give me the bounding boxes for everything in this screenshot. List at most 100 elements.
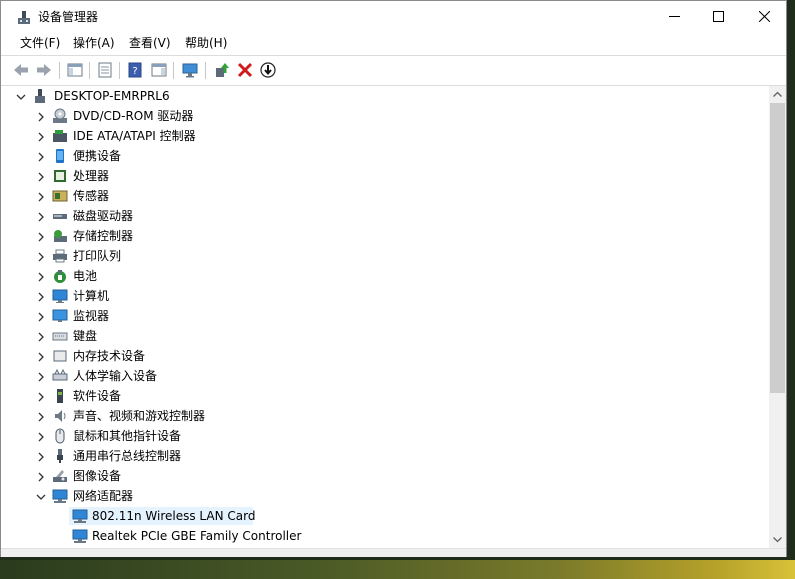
action-pane-button[interactable] <box>150 61 168 79</box>
uninstall-device-button[interactable] <box>236 61 254 79</box>
chevron-right-icon[interactable] <box>36 131 46 142</box>
processor-icon <box>52 168 68 184</box>
svg-text:?: ? <box>132 66 137 77</box>
dvd-drive-icon <box>52 108 68 124</box>
tree-category-label: 计算机 <box>73 289 110 303</box>
chevron-right-icon[interactable] <box>36 331 46 342</box>
chevron-right-icon[interactable] <box>36 411 46 422</box>
ide-controller-icon <box>52 128 68 144</box>
disable-device-button[interactable] <box>259 61 277 79</box>
mouse-icon <box>52 428 68 444</box>
properties-icon <box>98 62 112 78</box>
device-manager-window: 设备管理器 文件(F) 操作(A) 查看(V) 帮助(H) ? DESKTOP-… <box>0 0 787 557</box>
tree-category-label: DVD/CD-ROM 驱动器 <box>73 109 194 123</box>
menu-help[interactable]: 帮助(H) <box>183 36 229 51</box>
tree-category[interactable]: 图像设备 <box>10 466 768 486</box>
chevron-right-icon[interactable] <box>36 351 46 362</box>
show-action-pane-icon <box>151 63 167 77</box>
close-button[interactable] <box>742 1 788 31</box>
tree-category[interactable]: 便携设备 <box>10 146 768 166</box>
tree-category[interactable]: 通用串行总线控制器 <box>10 446 768 466</box>
camera-icon <box>52 468 68 484</box>
scrollbar-thumb[interactable] <box>770 103 785 393</box>
tree-category[interactable]: DVD/CD-ROM 驱动器 <box>10 106 768 126</box>
storage-controller-icon <box>52 228 68 244</box>
tree-category[interactable]: 内存技术设备 <box>10 346 768 366</box>
chevron-right-icon[interactable] <box>36 171 46 182</box>
minimize-icon <box>669 16 680 17</box>
tree-category[interactable]: 键盘 <box>10 326 768 346</box>
tree-category[interactable]: 处理器 <box>10 166 768 186</box>
update-driver-icon <box>216 63 229 77</box>
tree-category[interactable]: 鼠标和其他指针设备 <box>10 426 768 446</box>
tree-category[interactable]: 人体学输入设备 <box>10 366 768 386</box>
toolbar-separator <box>59 62 60 79</box>
tree-category[interactable]: 监视器 <box>10 306 768 326</box>
menu-view[interactable]: 查看(V) <box>127 36 173 51</box>
chevron-right-icon[interactable] <box>36 231 46 242</box>
maximize-icon <box>713 11 724 22</box>
tree-root-label: DESKTOP-EMRPRL6 <box>54 89 170 103</box>
tree-category-label: 声音、视频和游戏控制器 <box>73 409 206 423</box>
forward-button[interactable] <box>35 61 53 79</box>
scan-hardware-button[interactable] <box>181 61 199 79</box>
console-tree-button[interactable] <box>66 61 84 79</box>
tree-category[interactable]: 打印队列 <box>10 246 768 266</box>
computer-tower-icon <box>32 88 48 104</box>
chevron-right-icon[interactable] <box>36 111 46 122</box>
tree-category-expanded[interactable]: 网络适配器 <box>10 486 768 506</box>
software-device-icon <box>52 388 68 404</box>
chevron-right-icon[interactable] <box>36 191 46 202</box>
tree-category-label: 磁盘驱动器 <box>73 209 134 223</box>
status-bar <box>1 548 786 557</box>
tree-category-label: 传感器 <box>73 189 110 203</box>
help-button[interactable]: ? <box>126 61 144 79</box>
tree-category-label: 人体学输入设备 <box>73 369 158 383</box>
tree-category-label: IDE ATA/ATAPI 控制器 <box>73 129 196 143</box>
tree-category[interactable]: 声音、视频和游戏控制器 <box>10 406 768 426</box>
chevron-right-icon[interactable] <box>36 471 46 482</box>
back-icon <box>14 64 28 76</box>
chevron-right-icon[interactable] <box>36 151 46 162</box>
chevron-right-icon[interactable] <box>36 311 46 322</box>
toolbar: ? <box>1 55 786 86</box>
disk-drive-icon <box>52 208 68 224</box>
chevron-down-icon[interactable] <box>16 91 26 101</box>
tree-root[interactable]: DESKTOP-EMRPRL6 <box>10 86 768 106</box>
maximize-button[interactable] <box>696 1 742 31</box>
chevron-right-icon[interactable] <box>36 251 46 262</box>
chevron-right-icon[interactable] <box>36 431 46 442</box>
tree-category[interactable]: 存储控制器 <box>10 226 768 246</box>
menu-file[interactable]: 文件(F) <box>18 36 62 51</box>
tree-category[interactable]: 电池 <box>10 266 768 286</box>
chevron-right-icon[interactable] <box>36 451 46 462</box>
chevron-right-icon[interactable] <box>36 371 46 382</box>
menu-bar: 文件(F) 操作(A) 查看(V) 帮助(H) <box>1 32 786 55</box>
vertical-scrollbar[interactable] <box>769 86 786 548</box>
menu-action[interactable]: 操作(A) <box>71 36 117 51</box>
chevron-right-icon[interactable] <box>36 391 46 402</box>
battery-icon <box>52 268 68 284</box>
uninstall-device-icon <box>237 62 253 78</box>
update-driver-button[interactable] <box>213 61 231 79</box>
forward-icon <box>37 64 51 76</box>
sound-icon <box>52 408 68 424</box>
chevron-down-icon[interactable] <box>36 491 46 501</box>
tree-category[interactable]: 磁盘驱动器 <box>10 206 768 226</box>
chevron-right-icon[interactable] <box>36 271 46 282</box>
back-button[interactable] <box>12 61 30 79</box>
tree-category[interactable]: 软件设备 <box>10 386 768 406</box>
computer-icon <box>52 288 68 304</box>
tree-device-selected[interactable]: 802.11n Wireless LAN Card <box>10 506 768 526</box>
tree-device[interactable]: Realtek PCIe GBE Family Controller <box>10 526 768 546</box>
scroll-up-arrow-icon[interactable] <box>769 86 786 103</box>
tree-category[interactable]: 计算机 <box>10 286 768 306</box>
chevron-right-icon[interactable] <box>36 211 46 222</box>
tree-category[interactable]: 传感器 <box>10 186 768 206</box>
tree-category[interactable]: IDE ATA/ATAPI 控制器 <box>10 126 768 146</box>
minimize-button[interactable] <box>652 1 698 31</box>
scroll-down-arrow-icon[interactable] <box>769 531 786 548</box>
properties-button[interactable] <box>96 61 114 79</box>
tree-category-label: 便携设备 <box>73 149 122 163</box>
chevron-right-icon[interactable] <box>36 291 46 302</box>
